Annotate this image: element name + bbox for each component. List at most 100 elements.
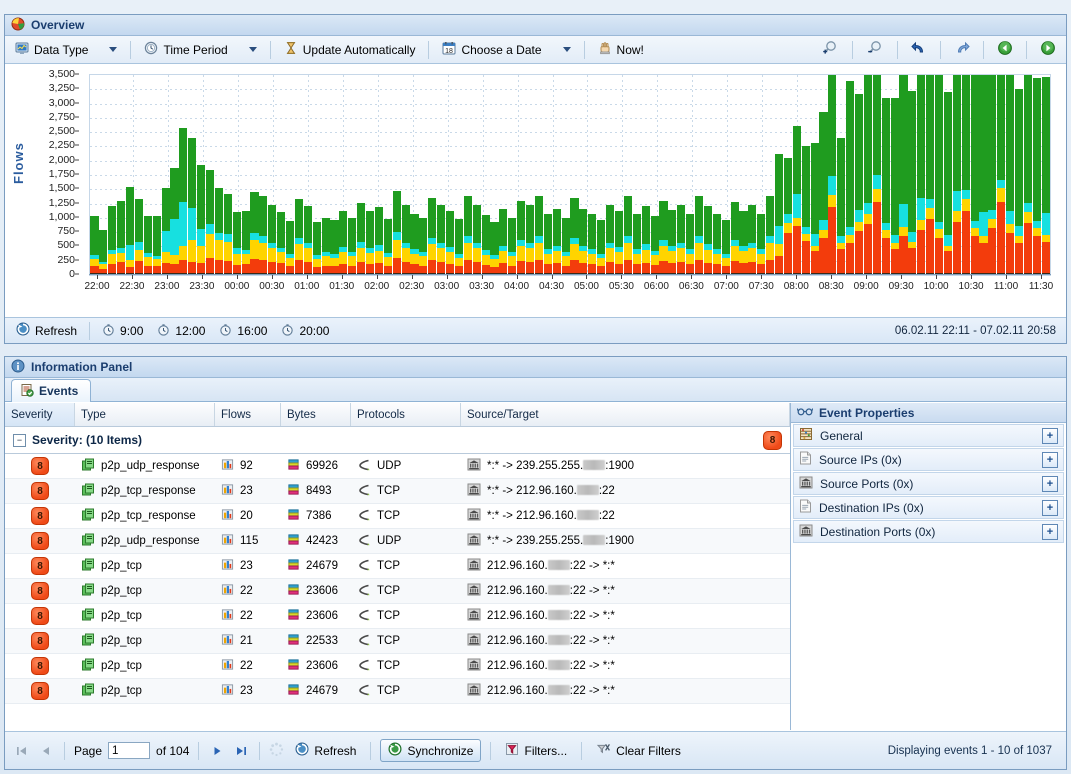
clear-filters-button[interactable]: Clear Filters — [591, 739, 686, 763]
chart-bar[interactable] — [374, 207, 383, 275]
chart-bar[interactable] — [828, 75, 837, 275]
chart-bar[interactable] — [757, 213, 766, 275]
collapse-icon[interactable]: − — [13, 433, 26, 447]
expand-icon[interactable]: + — [1042, 499, 1058, 516]
next-page-button[interactable] — [208, 743, 226, 759]
chart-bar[interactable] — [1032, 78, 1041, 275]
property-section-general[interactable]: General + — [793, 424, 1064, 447]
chart-bar[interactable] — [410, 213, 419, 275]
chart-bar[interactable] — [597, 220, 606, 275]
chart-preset-9[interactable]: 9:00 — [97, 319, 148, 343]
chart-bar[interactable] — [232, 211, 241, 275]
chart-bar[interactable] — [250, 191, 259, 275]
toolbar-now[interactable]: Now! — [593, 38, 649, 62]
last-page-button[interactable] — [232, 743, 250, 759]
chart-bar[interactable] — [908, 90, 917, 275]
chart-bar[interactable] — [339, 210, 348, 275]
chart-bar[interactable] — [668, 209, 677, 275]
property-section-destination-ports-0x[interactable]: Destination Ports (0x) + — [793, 520, 1064, 543]
table-row[interactable]: 8 p2p_tcp 23 24679 TCP 212.96.160.:22 -… — [5, 679, 790, 704]
table-row[interactable]: 8 p2p_udp_response 115 42423 UDP *:* -> … — [5, 529, 790, 554]
property-section-source-ports-0x[interactable]: Source Ports (0x) + — [793, 472, 1064, 495]
chart-bar[interactable] — [179, 128, 188, 275]
chart-bar[interactable] — [437, 205, 446, 275]
chart-bar[interactable] — [223, 194, 232, 275]
chart-refresh-button[interactable]: Refresh — [11, 319, 82, 343]
column-header-bytes[interactable]: Bytes — [281, 403, 351, 426]
column-header-protocols[interactable]: Protocols — [351, 403, 461, 426]
chart-bar[interactable] — [650, 215, 659, 275]
expand-icon[interactable]: + — [1042, 451, 1058, 468]
chart-bar[interactable] — [481, 214, 490, 275]
chart-bar[interactable] — [686, 213, 695, 275]
chart-bar[interactable] — [463, 195, 472, 275]
chart-bar[interactable] — [134, 199, 143, 275]
chart-bar[interactable] — [641, 206, 650, 275]
expand-icon[interactable]: + — [1042, 427, 1058, 444]
table-row[interactable]: 8 p2p_tcp_response 23 8493 TCP *:* -> 21… — [5, 479, 790, 504]
chart-bar[interactable] — [357, 203, 366, 275]
chart-bar[interactable] — [454, 219, 464, 275]
chart-bar[interactable] — [277, 212, 286, 275]
table-row[interactable]: 8 p2p_tcp 23 24679 TCP 212.96.160.:22 -… — [5, 554, 790, 579]
first-page-button[interactable] — [13, 743, 31, 759]
chart-bar[interactable] — [472, 205, 481, 275]
chart-bar[interactable] — [792, 126, 801, 275]
chart-bar[interactable] — [552, 209, 561, 275]
chart-bar[interactable] — [926, 75, 935, 275]
chart-bar[interactable] — [241, 211, 250, 275]
toolbar-update-automatically[interactable]: Update Automatically — [279, 38, 421, 62]
chart-bar[interactable] — [810, 142, 819, 275]
chevron-down-icon[interactable] — [109, 47, 118, 52]
chart-bar[interactable] — [188, 138, 197, 275]
chart-bar[interactable] — [899, 75, 908, 275]
chart-bar[interactable] — [90, 215, 99, 275]
chart-bar[interactable] — [970, 75, 979, 275]
chart-bar[interactable] — [161, 188, 170, 275]
events-refresh-button[interactable]: Refresh — [290, 739, 361, 763]
chart-bar[interactable] — [774, 154, 784, 275]
chart-bar[interactable] — [881, 98, 890, 275]
toolbar-time-period[interactable]: Time Period — [139, 38, 261, 62]
chart-bar[interactable] — [890, 97, 899, 275]
chart-bar[interactable] — [614, 211, 624, 275]
chart-bar[interactable] — [961, 75, 970, 275]
toolbar-redo-button[interactable] — [949, 38, 975, 62]
expand-icon[interactable]: + — [1042, 475, 1058, 492]
expand-icon[interactable]: + — [1042, 523, 1058, 540]
chart-bar[interactable] — [348, 218, 357, 275]
chart-bar[interactable] — [143, 215, 152, 275]
toolbar-data-type[interactable]: Data Type — [10, 38, 122, 62]
tab-events[interactable]: Events — [11, 379, 92, 402]
chart-preset-20[interactable]: 20:00 — [276, 319, 334, 343]
chart-bar[interactable] — [392, 191, 401, 275]
chart-bar[interactable] — [366, 211, 375, 275]
chart-bar[interactable] — [837, 137, 846, 275]
chart-plot-area[interactable] — [89, 74, 1051, 276]
chart-bar[interactable] — [419, 218, 428, 275]
chart-bar[interactable] — [534, 195, 544, 275]
chart-bar[interactable] — [526, 205, 535, 275]
toolbar-undo-button[interactable] — [906, 38, 932, 62]
chart-bar[interactable] — [543, 213, 552, 275]
chart-bar[interactable] — [1041, 77, 1050, 275]
chart-bar[interactable] — [677, 205, 686, 275]
chart-bar[interactable] — [125, 187, 135, 275]
previous-page-button[interactable] — [37, 743, 55, 759]
chart-bar[interactable] — [917, 75, 926, 275]
chart-bar[interactable] — [312, 222, 321, 275]
chart-bar[interactable] — [490, 221, 499, 275]
chart-bar[interactable] — [259, 196, 268, 275]
chart-bar[interactable] — [428, 197, 437, 275]
chart-bar[interactable] — [579, 209, 588, 275]
chart-bar[interactable] — [694, 195, 704, 275]
table-row[interactable]: 8 p2p_tcp_response 20 7386 TCP *:* -> 21… — [5, 504, 790, 529]
chart-bar[interactable] — [712, 213, 721, 275]
chart-bar[interactable] — [499, 209, 508, 275]
chart-bar[interactable] — [561, 217, 570, 275]
chart-bar[interactable] — [330, 220, 339, 275]
chart-bar[interactable] — [570, 197, 579, 275]
chart-bar[interactable] — [108, 205, 117, 275]
toolbar-zoom-out-button[interactable] — [861, 38, 889, 62]
chart-bar[interactable] — [285, 221, 295, 275]
